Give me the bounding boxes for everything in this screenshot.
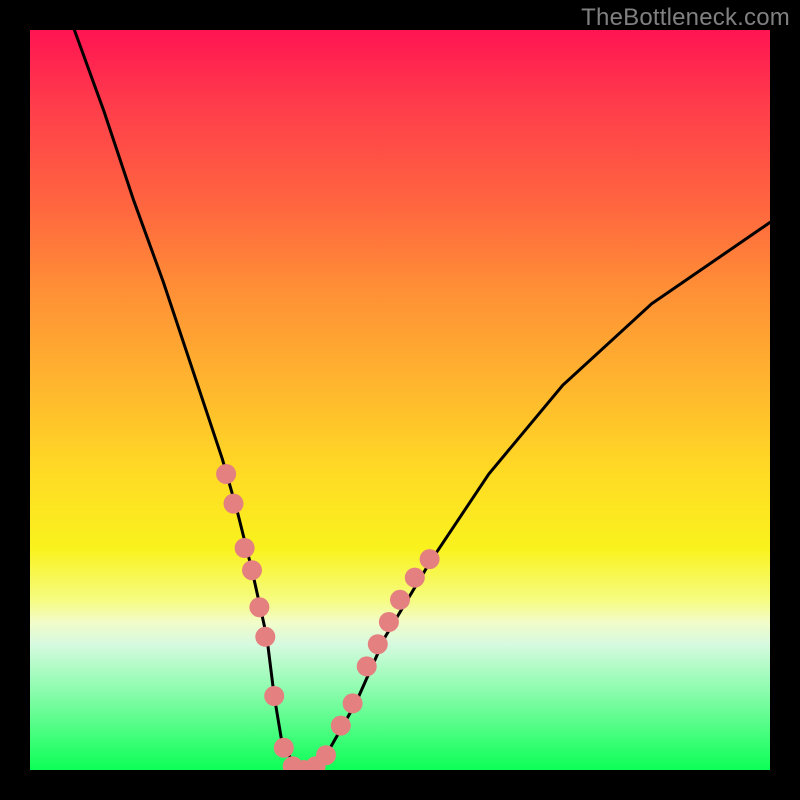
data-marker <box>316 745 336 765</box>
data-marker <box>331 716 351 736</box>
marker-group <box>216 464 440 770</box>
data-marker <box>368 634 388 654</box>
data-marker <box>379 612 399 632</box>
data-marker <box>343 693 363 713</box>
data-marker <box>264 686 284 706</box>
data-marker <box>390 590 410 610</box>
data-marker <box>420 549 440 569</box>
data-marker <box>255 627 275 647</box>
data-marker <box>249 597 269 617</box>
data-marker <box>242 560 262 580</box>
data-marker <box>216 464 236 484</box>
data-marker <box>405 568 425 588</box>
chart-svg <box>30 30 770 770</box>
data-marker <box>235 538 255 558</box>
chart-frame: TheBottleneck.com <box>0 0 800 800</box>
data-marker <box>274 738 294 758</box>
data-marker <box>224 494 244 514</box>
data-curve <box>74 30 770 770</box>
data-marker <box>357 656 377 676</box>
watermark-text: TheBottleneck.com <box>581 4 790 32</box>
plot-area <box>30 30 770 770</box>
